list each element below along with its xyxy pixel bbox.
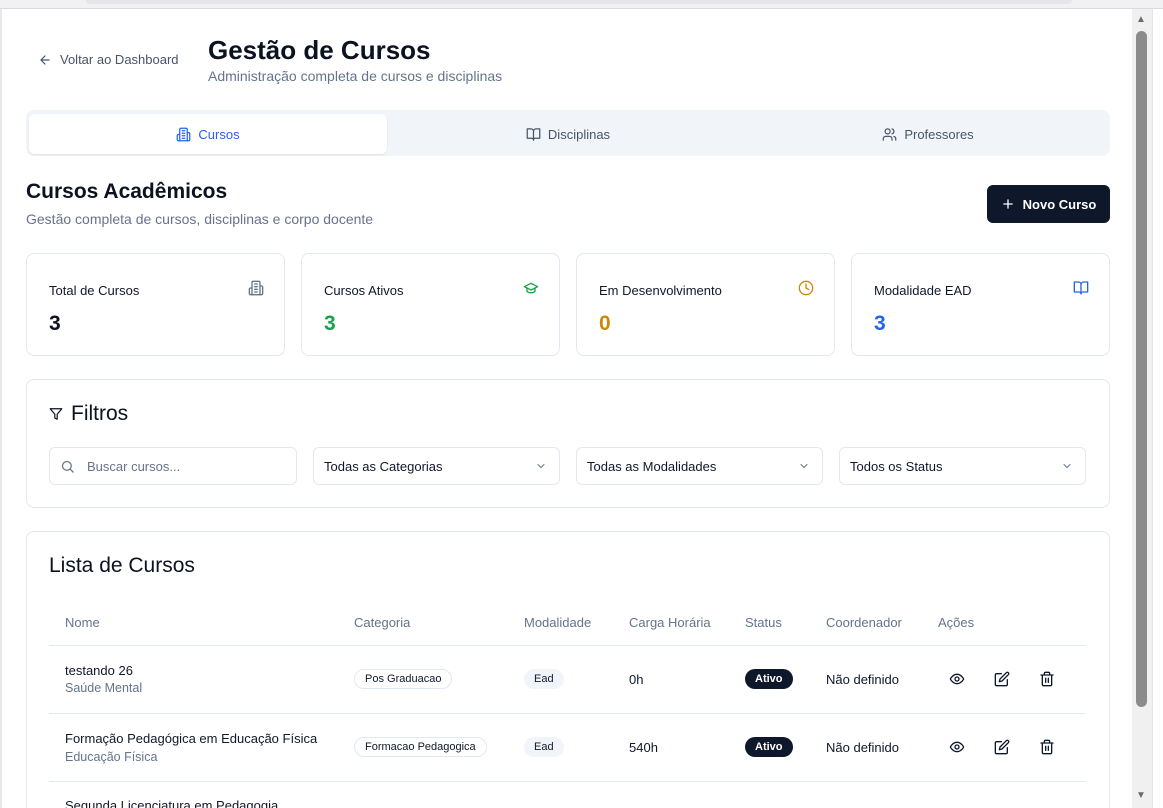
page-subtitle: Administração completa de cursos e disci… bbox=[208, 68, 503, 84]
category-badge: Pos Graduacao bbox=[354, 669, 453, 689]
clock-icon bbox=[798, 280, 814, 296]
column-header: Categoria bbox=[354, 615, 411, 630]
new-course-button[interactable]: Novo Curso bbox=[987, 185, 1110, 223]
building-icon bbox=[248, 280, 264, 296]
list-title: Lista de Cursos bbox=[49, 554, 195, 577]
stat-value: 3 bbox=[49, 312, 61, 335]
search-placeholder: Buscar cursos... bbox=[87, 458, 181, 474]
stat-label: Em Desenvolvimento bbox=[599, 283, 722, 298]
search-icon bbox=[61, 460, 74, 473]
users-icon bbox=[882, 127, 897, 141]
filters-title-text: Filtros bbox=[71, 402, 129, 425]
arrow-left-icon bbox=[40, 54, 50, 65]
status-badge: Ativo bbox=[745, 669, 793, 689]
stat-value: 3 bbox=[324, 312, 336, 335]
filters-title: Filtros bbox=[49, 402, 128, 426]
chevron-down-icon bbox=[537, 464, 545, 469]
stat-card-active: Cursos Ativos 3 bbox=[301, 253, 560, 356]
graduation-cap-icon bbox=[523, 282, 539, 294]
column-header: Status bbox=[745, 615, 782, 630]
tab-list: Cursos Disciplinas Professores bbox=[26, 110, 1110, 156]
chevron-down-icon bbox=[1063, 464, 1071, 469]
column-header: Nome bbox=[65, 615, 100, 630]
building-icon bbox=[177, 127, 191, 141]
stat-card-development: Em Desenvolvimento 0 bbox=[576, 253, 835, 356]
tab-label: Disciplinas bbox=[547, 126, 611, 142]
back-to-dashboard-link[interactable]: Voltar ao Dashboard bbox=[38, 52, 179, 67]
course-name: Segunda Licenciatura em Pedagogia bbox=[65, 798, 279, 808]
back-label: Voltar ao Dashboard bbox=[60, 52, 179, 67]
new-course-label: Novo Curso bbox=[1022, 196, 1097, 212]
page-title: Gestão de Cursos bbox=[208, 35, 431, 65]
edit-icon[interactable] bbox=[994, 739, 1010, 755]
status-select[interactable]: Todos os Status bbox=[839, 447, 1086, 485]
course-list-card: Lista de Cursos Nome Categoria Modalidad… bbox=[26, 531, 1110, 808]
plus-icon bbox=[1002, 199, 1013, 209]
section-title: Cursos Acadêmicos bbox=[26, 180, 228, 203]
status-select-value: Todos os Status bbox=[850, 458, 943, 474]
modality-badge: Ead bbox=[524, 669, 564, 689]
section-subtitle: Gestão completa de cursos, disciplinas e… bbox=[26, 211, 374, 227]
chevron-down-icon bbox=[800, 464, 808, 469]
stat-card-ead: Modalidade EAD 3 bbox=[851, 253, 1110, 356]
divider bbox=[49, 645, 1086, 646]
scroll-up-icon[interactable]: ▲ bbox=[1136, 15, 1146, 25]
address-bar-edge bbox=[86, 0, 1072, 4]
filter-icon bbox=[49, 408, 63, 420]
category-select[interactable]: Todas as Categorias bbox=[313, 447, 560, 485]
modality-select-value: Todas as Modalidades bbox=[587, 458, 717, 474]
column-header: Modalidade bbox=[524, 615, 592, 630]
delete-icon[interactable] bbox=[1039, 739, 1055, 755]
tab-label: Professores bbox=[904, 126, 974, 142]
column-header: Carga Horária bbox=[629, 615, 711, 630]
divider bbox=[49, 781, 1086, 782]
status-badge: Ativo bbox=[745, 737, 793, 757]
course-name: testando 26 bbox=[65, 663, 133, 678]
column-header: Coordenador bbox=[826, 615, 902, 630]
delete-icon[interactable] bbox=[1039, 671, 1055, 687]
scrollbar-thumb[interactable] bbox=[1136, 31, 1147, 707]
coordinator: Não definido bbox=[826, 672, 899, 687]
column-header: Ações bbox=[938, 615, 975, 630]
stat-value: 0 bbox=[599, 312, 611, 335]
tab-label: Cursos bbox=[198, 126, 240, 142]
modality-select[interactable]: Todas as Modalidades bbox=[576, 447, 823, 485]
stat-card-total: Total de Cursos 3 bbox=[26, 253, 285, 356]
book-icon bbox=[1073, 281, 1089, 295]
view-icon[interactable] bbox=[949, 739, 965, 755]
coordinator: Não definido bbox=[826, 740, 899, 755]
course-area: Saúde Mental bbox=[65, 681, 143, 695]
category-badge: Formacao Pedagogica bbox=[354, 737, 487, 757]
tab-cursos[interactable]: Cursos bbox=[29, 114, 387, 154]
scrollbar[interactable]: ▲ ▼ bbox=[1132, 9, 1152, 808]
view-icon[interactable] bbox=[949, 671, 965, 687]
course-name: Formação Pedagógica em Educação Física bbox=[65, 731, 318, 746]
stat-value: 3 bbox=[874, 312, 886, 335]
stat-label: Total de Cursos bbox=[49, 283, 140, 298]
search-input[interactable]: Buscar cursos... bbox=[49, 447, 297, 485]
page: Voltar ao Dashboard Gestão de Cursos Adm… bbox=[2, 9, 1132, 808]
tab-professores[interactable]: Professores bbox=[749, 114, 1107, 154]
window-edge bbox=[1152, 9, 1163, 808]
stat-label: Cursos Ativos bbox=[324, 283, 404, 298]
browser-top-bar bbox=[0, 0, 1163, 9]
stat-label: Modalidade EAD bbox=[874, 283, 972, 298]
book-icon bbox=[526, 127, 541, 141]
divider bbox=[49, 713, 1086, 714]
modality-badge: Ead bbox=[524, 737, 564, 757]
tab-disciplinas[interactable]: Disciplinas bbox=[389, 114, 747, 154]
course-area: Educação Física bbox=[65, 750, 158, 764]
course-hours: 540h bbox=[629, 740, 658, 755]
filters-card: Filtros Buscar cursos... Todas as Catego… bbox=[26, 379, 1110, 508]
course-hours: 0h bbox=[629, 672, 644, 687]
scroll-down-icon[interactable]: ▼ bbox=[1136, 791, 1146, 801]
edit-icon[interactable] bbox=[994, 671, 1010, 687]
category-select-value: Todas as Categorias bbox=[324, 458, 443, 474]
